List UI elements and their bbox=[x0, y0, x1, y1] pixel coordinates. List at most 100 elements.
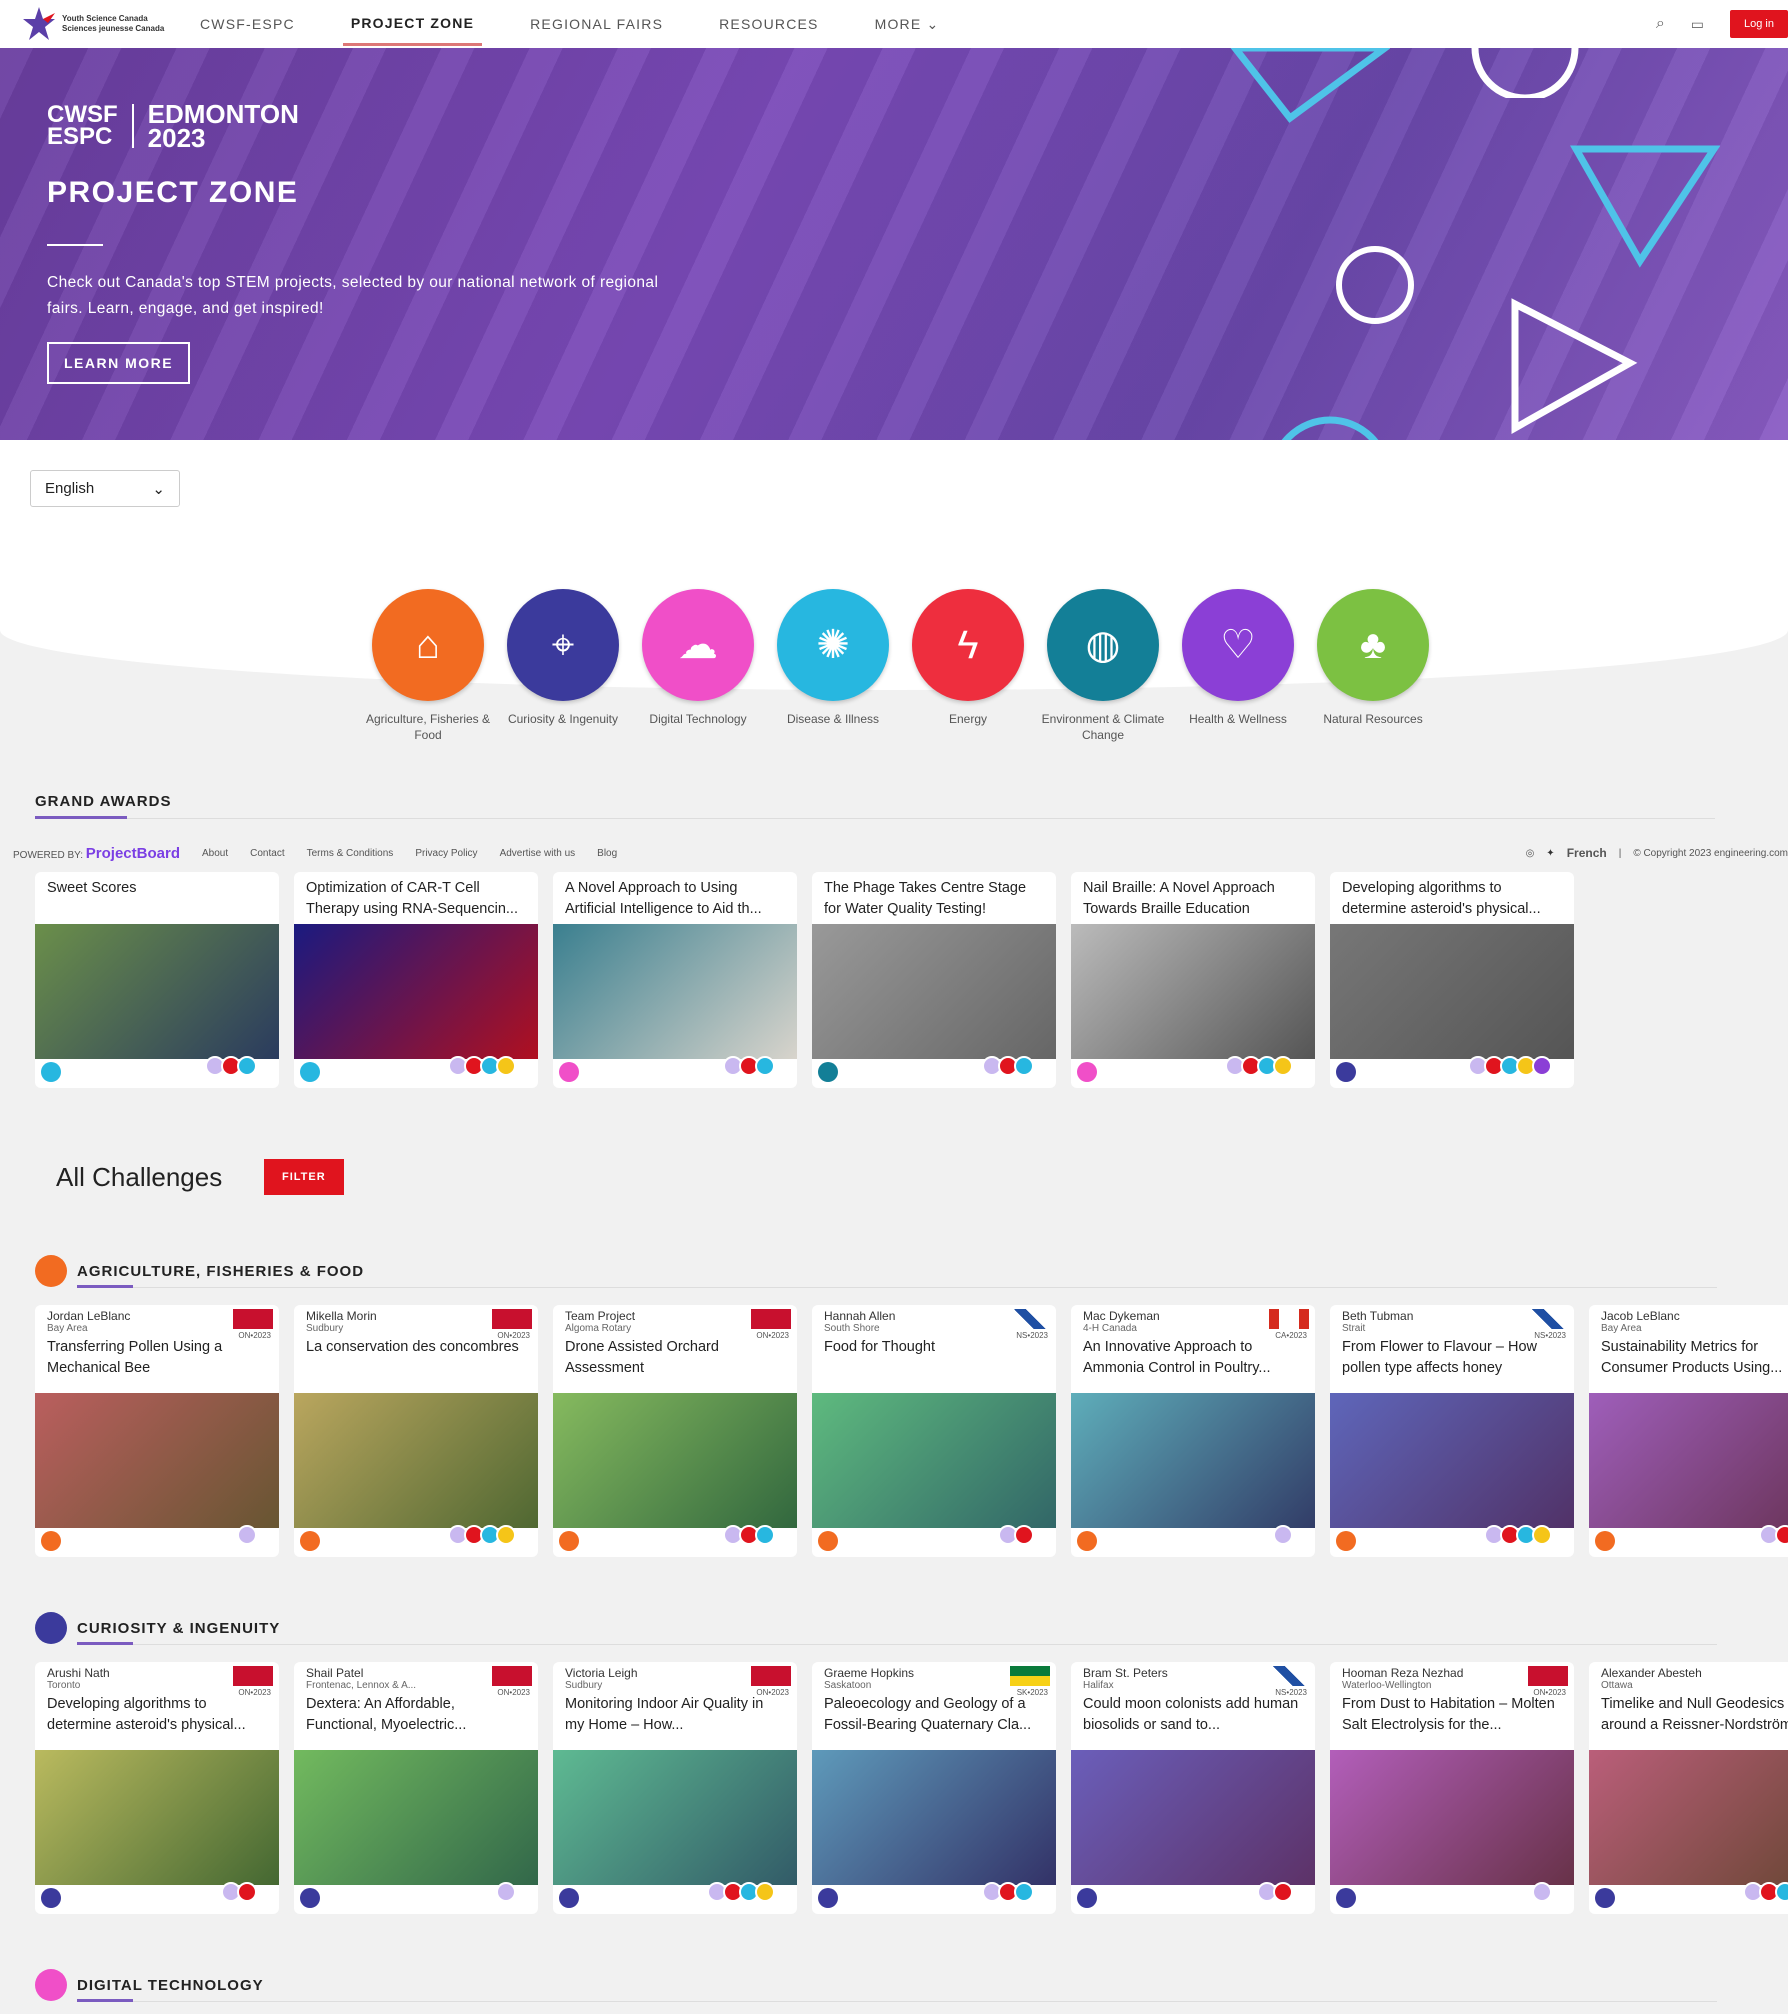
project-image bbox=[812, 924, 1056, 1059]
nav-more[interactable]: MORE ⌄ bbox=[867, 4, 948, 45]
filter-button[interactable]: FILTER bbox=[264, 1159, 344, 1195]
challenge-card[interactable]: Team Project Algoma Rotary ON•2023 Drone As… bbox=[553, 1305, 797, 1557]
farm-icon bbox=[1077, 1531, 1097, 1551]
project-image bbox=[35, 1393, 279, 1528]
fair-code: SK•2023 bbox=[1016, 1688, 1048, 1697]
nav-project-zone[interactable]: PROJECT ZONE bbox=[342, 3, 483, 46]
challenge-card[interactable]: Arushi Nath Toronto ON•2023 Developing algo… bbox=[35, 1662, 279, 1914]
challenge-card[interactable]: Hooman Reza Nezhad Waterloo-Wellington ON•… bbox=[1330, 1662, 1574, 1914]
telescope-icon: ⌖ bbox=[507, 589, 619, 701]
region: Bay Area bbox=[1601, 1323, 1642, 1334]
card-title: Transferring Pollen Using a Mechanical B… bbox=[47, 1339, 223, 1376]
card-title: From Dust to Habitation – Molten Salt El… bbox=[1342, 1696, 1555, 1733]
ribbon-icon bbox=[755, 1056, 775, 1076]
grand-award-card[interactable]: Optimization of CAR-T Cell Therapy using… bbox=[294, 872, 538, 1088]
challenge-card[interactable]: Victoria Leigh Sudbury ON•2023 Monitoring I… bbox=[553, 1662, 797, 1914]
cloud-circuit-icon bbox=[35, 1969, 67, 2001]
card-title: Paleoecology and Geology of a Fossil-Bea… bbox=[824, 1696, 1032, 1733]
category-1[interactable]: ⌖ Curiosity & Ingenuity bbox=[488, 589, 638, 727]
language-select[interactable]: English ⌄ bbox=[30, 470, 180, 507]
ysc-logo[interactable]: Youth Science Canada Sciences jeunesse Ca… bbox=[22, 5, 192, 43]
project-image bbox=[812, 1750, 1056, 1885]
chat-icon[interactable]: ▭ bbox=[1691, 16, 1704, 33]
card-title: Monitoring Indoor Air Quality in my Home… bbox=[565, 1696, 764, 1733]
challenge-card[interactable]: Mac Dykeman 4-H Canada CA•2023 An Innovativ… bbox=[1071, 1305, 1315, 1557]
grand-award-card[interactable]: Developing algorithms to determine aster… bbox=[1330, 872, 1574, 1088]
category-7[interactable]: ♣ Natural Resources bbox=[1298, 589, 1448, 727]
farm-icon bbox=[1595, 1531, 1615, 1551]
french-link[interactable]: French bbox=[1567, 846, 1607, 860]
category-4[interactable]: ϟ Energy bbox=[893, 589, 1043, 727]
nav-resources[interactable]: RESOURCES bbox=[711, 4, 826, 44]
instagram-icon[interactable]: ◎ bbox=[1526, 848, 1535, 859]
circle-shape-icon bbox=[1281, 416, 1379, 440]
grand-awards-heading: GRAND AWARDS bbox=[35, 793, 172, 810]
star-logo-icon bbox=[23, 7, 55, 40]
challenge-card[interactable]: Hannah Allen South Shore NS•2023 Food for T… bbox=[812, 1305, 1056, 1557]
footer-link[interactable]: Blog bbox=[597, 848, 617, 859]
grand-award-card[interactable]: The Phage Takes Centre Stage for Water Q… bbox=[812, 872, 1056, 1088]
virus-icon bbox=[41, 1062, 61, 1082]
language-value: English bbox=[45, 480, 95, 497]
project-image bbox=[35, 1750, 279, 1885]
challenge-card[interactable]: Bram St. Peters Halifax NS•2023 Could moon … bbox=[1071, 1662, 1315, 1914]
footer-link[interactable]: Terms & Conditions bbox=[307, 848, 394, 859]
project-image bbox=[1589, 1393, 1788, 1528]
category-label: Agriculture, Fisheries & Food bbox=[365, 712, 491, 742]
heading-underline bbox=[77, 1285, 133, 1288]
grand-award-card[interactable]: Sweet Scores bbox=[35, 872, 279, 1088]
nav-cwsf-espc[interactable]: CWSF-ESPC bbox=[192, 4, 303, 44]
challenge-card[interactable]: Alexander Abesteh Ottawa Timelike and Null… bbox=[1589, 1662, 1788, 1914]
virus-icon: ✺ bbox=[777, 589, 889, 701]
earth-tree-icon: ♣ bbox=[1317, 589, 1429, 701]
ribbon-icon bbox=[496, 1056, 516, 1076]
project-image bbox=[1330, 1750, 1574, 1885]
project-image bbox=[553, 924, 797, 1059]
challenge-card[interactable]: Graeme Hopkins Saskatoon SK•2023 Paleoecolo… bbox=[812, 1662, 1056, 1914]
category-label: Curiosity & Ingenuity bbox=[507, 712, 619, 726]
category-6[interactable]: ♡ Health & Wellness bbox=[1163, 589, 1313, 727]
nav-more-label: MORE bbox=[874, 15, 922, 32]
card-title: Drone Assisted Orchard Assessment bbox=[565, 1339, 719, 1376]
challenge-card[interactable]: Jordan LeBlanc Bay Area ON•2023 Transferrin… bbox=[35, 1305, 279, 1557]
footer-link[interactable]: Advertise with us bbox=[500, 848, 576, 859]
card-title: Could moon colonists add human biosolids… bbox=[1083, 1696, 1299, 1733]
challenge-card[interactable]: Mikella Morin Sudbury ON•2023 La conservati… bbox=[294, 1305, 538, 1557]
category-5[interactable]: ◍ Environment & Climate Change bbox=[1028, 589, 1178, 743]
logo-line1: Youth Science Canada bbox=[62, 14, 148, 23]
project-image bbox=[553, 1393, 797, 1528]
person-heart-icon: ♡ bbox=[1182, 589, 1294, 701]
category-3[interactable]: ✺ Disease & Illness bbox=[758, 589, 908, 727]
circle-shape-icon bbox=[1471, 48, 1579, 98]
divider bbox=[77, 1644, 1717, 1645]
category-0[interactable]: ⌂ Agriculture, Fisheries & Food bbox=[353, 589, 503, 743]
ribbon-icon bbox=[1775, 1882, 1788, 1902]
learn-more-button[interactable]: LEARN MORE bbox=[47, 342, 191, 384]
farm-icon bbox=[1336, 1531, 1356, 1551]
ribbon-icon bbox=[1532, 1525, 1552, 1545]
search-icon[interactable]: ⌕ bbox=[1656, 15, 1665, 33]
twitter-icon[interactable]: ✦ bbox=[1546, 848, 1554, 859]
challenge-card[interactable]: Beth Tubman Strait NS•2023 From Flower to F… bbox=[1330, 1305, 1574, 1557]
login-button[interactable]: Log in bbox=[1730, 10, 1788, 38]
project-image bbox=[1071, 1393, 1315, 1528]
footer-link[interactable]: Privacy Policy bbox=[415, 848, 477, 859]
footer-link[interactable]: Contact bbox=[250, 848, 284, 859]
fair-code: ON•2023 bbox=[756, 1688, 789, 1697]
category-2[interactable]: ☁ Digital Technology bbox=[623, 589, 773, 727]
grand-award-card[interactable]: Nail Braille: A Novel Approach Towards B… bbox=[1071, 872, 1315, 1088]
nav-regional-fairs[interactable]: REGIONAL FAIRS bbox=[522, 4, 671, 44]
circle-shape-icon bbox=[1336, 246, 1414, 324]
award-ribbons bbox=[1257, 1882, 1293, 1902]
footer-link[interactable]: About bbox=[202, 848, 228, 859]
card-title: Developing algorithms to determine aster… bbox=[1342, 880, 1541, 917]
projectboard-logo[interactable]: ProjectBoard bbox=[86, 845, 180, 862]
flag-ns-icon bbox=[1010, 1309, 1050, 1329]
telescope-icon bbox=[41, 1888, 61, 1908]
challenge-card[interactable]: Shail Patel Frontenac, Lennox & A... ON•20… bbox=[294, 1662, 538, 1914]
challenge-card[interactable]: Jacob LeBlanc Bay Area Sustainability Metr… bbox=[1589, 1305, 1788, 1557]
award-ribbons bbox=[982, 1882, 1034, 1902]
grand-award-card[interactable]: A Novel Approach to Using Artificial Int… bbox=[553, 872, 797, 1088]
category-label: Disease & Illness bbox=[786, 712, 880, 726]
farm-icon bbox=[559, 1531, 579, 1551]
